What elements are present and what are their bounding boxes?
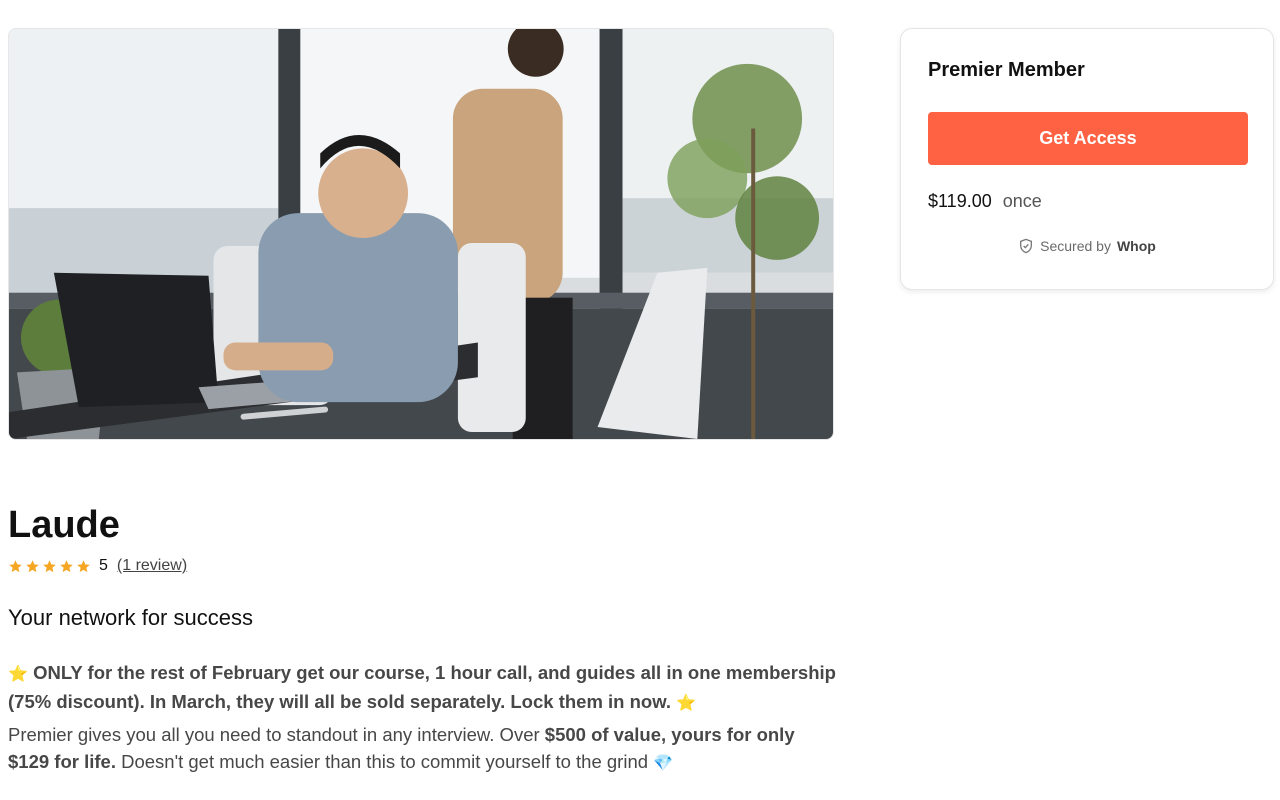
- price: $119.00: [928, 191, 992, 211]
- star-icon: [26, 559, 39, 572]
- promo-body: ONLY for the rest of February get our co…: [8, 662, 836, 712]
- description-part1: Premier gives you all you need to stando…: [8, 724, 545, 745]
- get-access-button[interactable]: Get Access: [928, 112, 1248, 165]
- star-icon: [77, 559, 90, 572]
- secured-prefix: Secured by: [1040, 238, 1111, 254]
- star-rating: [8, 559, 91, 574]
- price-cadence: once: [1002, 191, 1042, 211]
- whop-logo[interactable]: Whop: [1117, 238, 1156, 254]
- secured-by: Secured by Whop: [901, 238, 1273, 254]
- product-name: Laude: [8, 504, 120, 546]
- plan-title: Premier Member: [928, 59, 1085, 81]
- shield-check-icon: [1020, 238, 1033, 254]
- star-icon: [9, 559, 22, 572]
- tagline: Your network for success: [8, 605, 253, 630]
- star-emoji-icon: ⭐: [676, 695, 697, 712]
- office-photo: [9, 29, 833, 439]
- rating-score: 5: [99, 557, 108, 574]
- star-icon: [60, 559, 73, 572]
- star-icon: [43, 559, 56, 572]
- description: Premier gives you all you need to stando…: [8, 721, 838, 777]
- promo-text: ⭐ ONLY for the rest of February get our …: [8, 659, 838, 717]
- price-row: $119.00 once: [928, 191, 1042, 212]
- hero-image: [8, 28, 834, 440]
- rating-row: 5 (1 review): [8, 557, 187, 575]
- purchase-card: Premier Member Get Access $119.00 once S…: [900, 28, 1274, 290]
- description-part2: Doesn't get much easier than this to com…: [115, 751, 654, 772]
- reviews-link[interactable]: (1 review): [117, 557, 187, 575]
- diamond-emoji-icon: 💎: [653, 755, 674, 772]
- star-emoji-icon: ⭐: [8, 666, 28, 683]
